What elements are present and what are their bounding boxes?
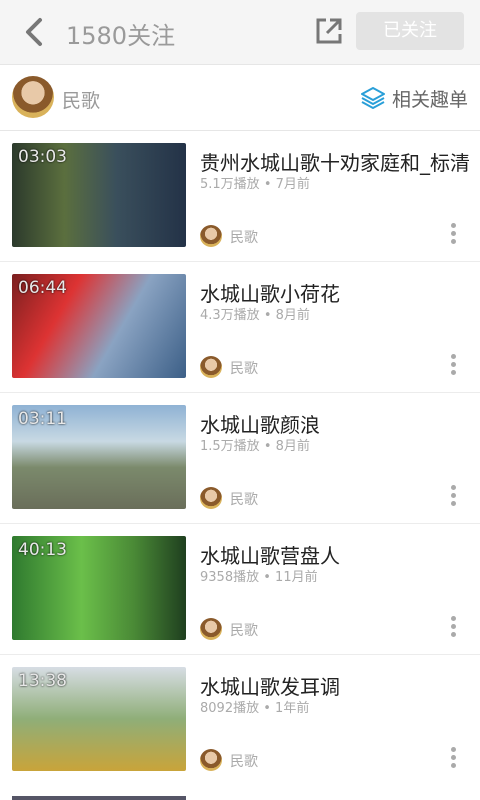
more-vertical-icon[interactable] (446, 354, 460, 380)
video-thumbnail (12, 796, 186, 800)
list-item[interactable]: 13:38 水城山歌发耳调 8092播放 • 1年前 民歌 (0, 655, 480, 786)
list-item[interactable]: 40:13 水城山歌营盘人 9358播放 • 11月前 民歌 (0, 524, 480, 655)
channel-name[interactable]: 民歌 (62, 86, 100, 113)
video-duration: 13:38 (18, 671, 67, 691)
avatar (200, 487, 222, 509)
uploader-name: 民歌 (230, 361, 258, 377)
avatar (200, 225, 222, 247)
more-vertical-icon[interactable] (446, 485, 460, 511)
more-vertical-icon[interactable] (446, 747, 460, 773)
page-title: 1580关注 (66, 22, 176, 50)
video-duration: 03:11 (18, 409, 67, 429)
video-thumbnail[interactable]: 06:44 (12, 274, 186, 378)
avatar (200, 749, 222, 771)
top-bar: 1580关注 已关注 (0, 0, 480, 65)
more-vertical-icon[interactable] (446, 616, 460, 642)
next-item-peek (0, 781, 480, 800)
video-meta: 1.5万播放 • 8月前 (200, 439, 310, 454)
video-title[interactable]: 水城山歌小荷花 (200, 278, 476, 307)
avatar (12, 76, 54, 118)
uploader-name: 民歌 (230, 230, 258, 246)
avatar (200, 618, 222, 640)
related-list-button[interactable]: 相关趣单 (360, 84, 468, 112)
video-title[interactable]: 水城山歌营盘人 (200, 540, 476, 569)
video-meta: 9358播放 • 11月前 (200, 570, 318, 585)
avatar (200, 356, 222, 378)
video-title[interactable]: 水城山歌发耳调 (200, 671, 476, 700)
video-duration: 40:13 (18, 540, 67, 560)
video-thumbnail[interactable]: 40:13 (12, 536, 186, 640)
video-duration: 03:03 (18, 147, 67, 167)
video-list: 03:03 贵州水城山歌十劝家庭和_标清 5.1万播放 • 7月前 民歌 06:… (0, 131, 480, 786)
followed-button[interactable]: 已关注 (356, 12, 464, 50)
uploader-name: 民歌 (230, 623, 258, 639)
uploader-name: 民歌 (230, 754, 258, 770)
video-duration: 06:44 (18, 278, 67, 298)
related-list-label: 相关趣单 (392, 88, 469, 111)
video-thumbnail[interactable]: 03:11 (12, 405, 186, 509)
layers-icon (361, 87, 385, 109)
video-meta: 5.1万播放 • 7月前 (200, 177, 310, 192)
video-title[interactable]: 贵州水城山歌十劝家庭和_标清 (200, 147, 476, 176)
more-vertical-icon[interactable] (446, 223, 460, 249)
uploader-name: 民歌 (230, 492, 258, 508)
share-icon[interactable] (312, 14, 346, 48)
video-thumbnail[interactable]: 03:03 (12, 143, 186, 247)
list-item[interactable]: 03:03 贵州水城山歌十劝家庭和_标清 5.1万播放 • 7月前 民歌 (0, 131, 480, 262)
chevron-left-icon[interactable] (18, 14, 50, 50)
list-item[interactable]: 03:11 水城山歌颜浪 1.5万播放 • 8月前 民歌 (0, 393, 480, 524)
video-meta: 4.3万播放 • 8月前 (200, 308, 310, 323)
video-meta: 8092播放 • 1年前 (200, 701, 310, 716)
video-thumbnail[interactable]: 13:38 (12, 667, 186, 771)
list-item[interactable]: 06:44 水城山歌小荷花 4.3万播放 • 8月前 民歌 (0, 262, 480, 393)
video-title[interactable]: 水城山歌颜浪 (200, 409, 476, 438)
channel-row[interactable]: 民歌 相关趣单 (0, 66, 480, 131)
